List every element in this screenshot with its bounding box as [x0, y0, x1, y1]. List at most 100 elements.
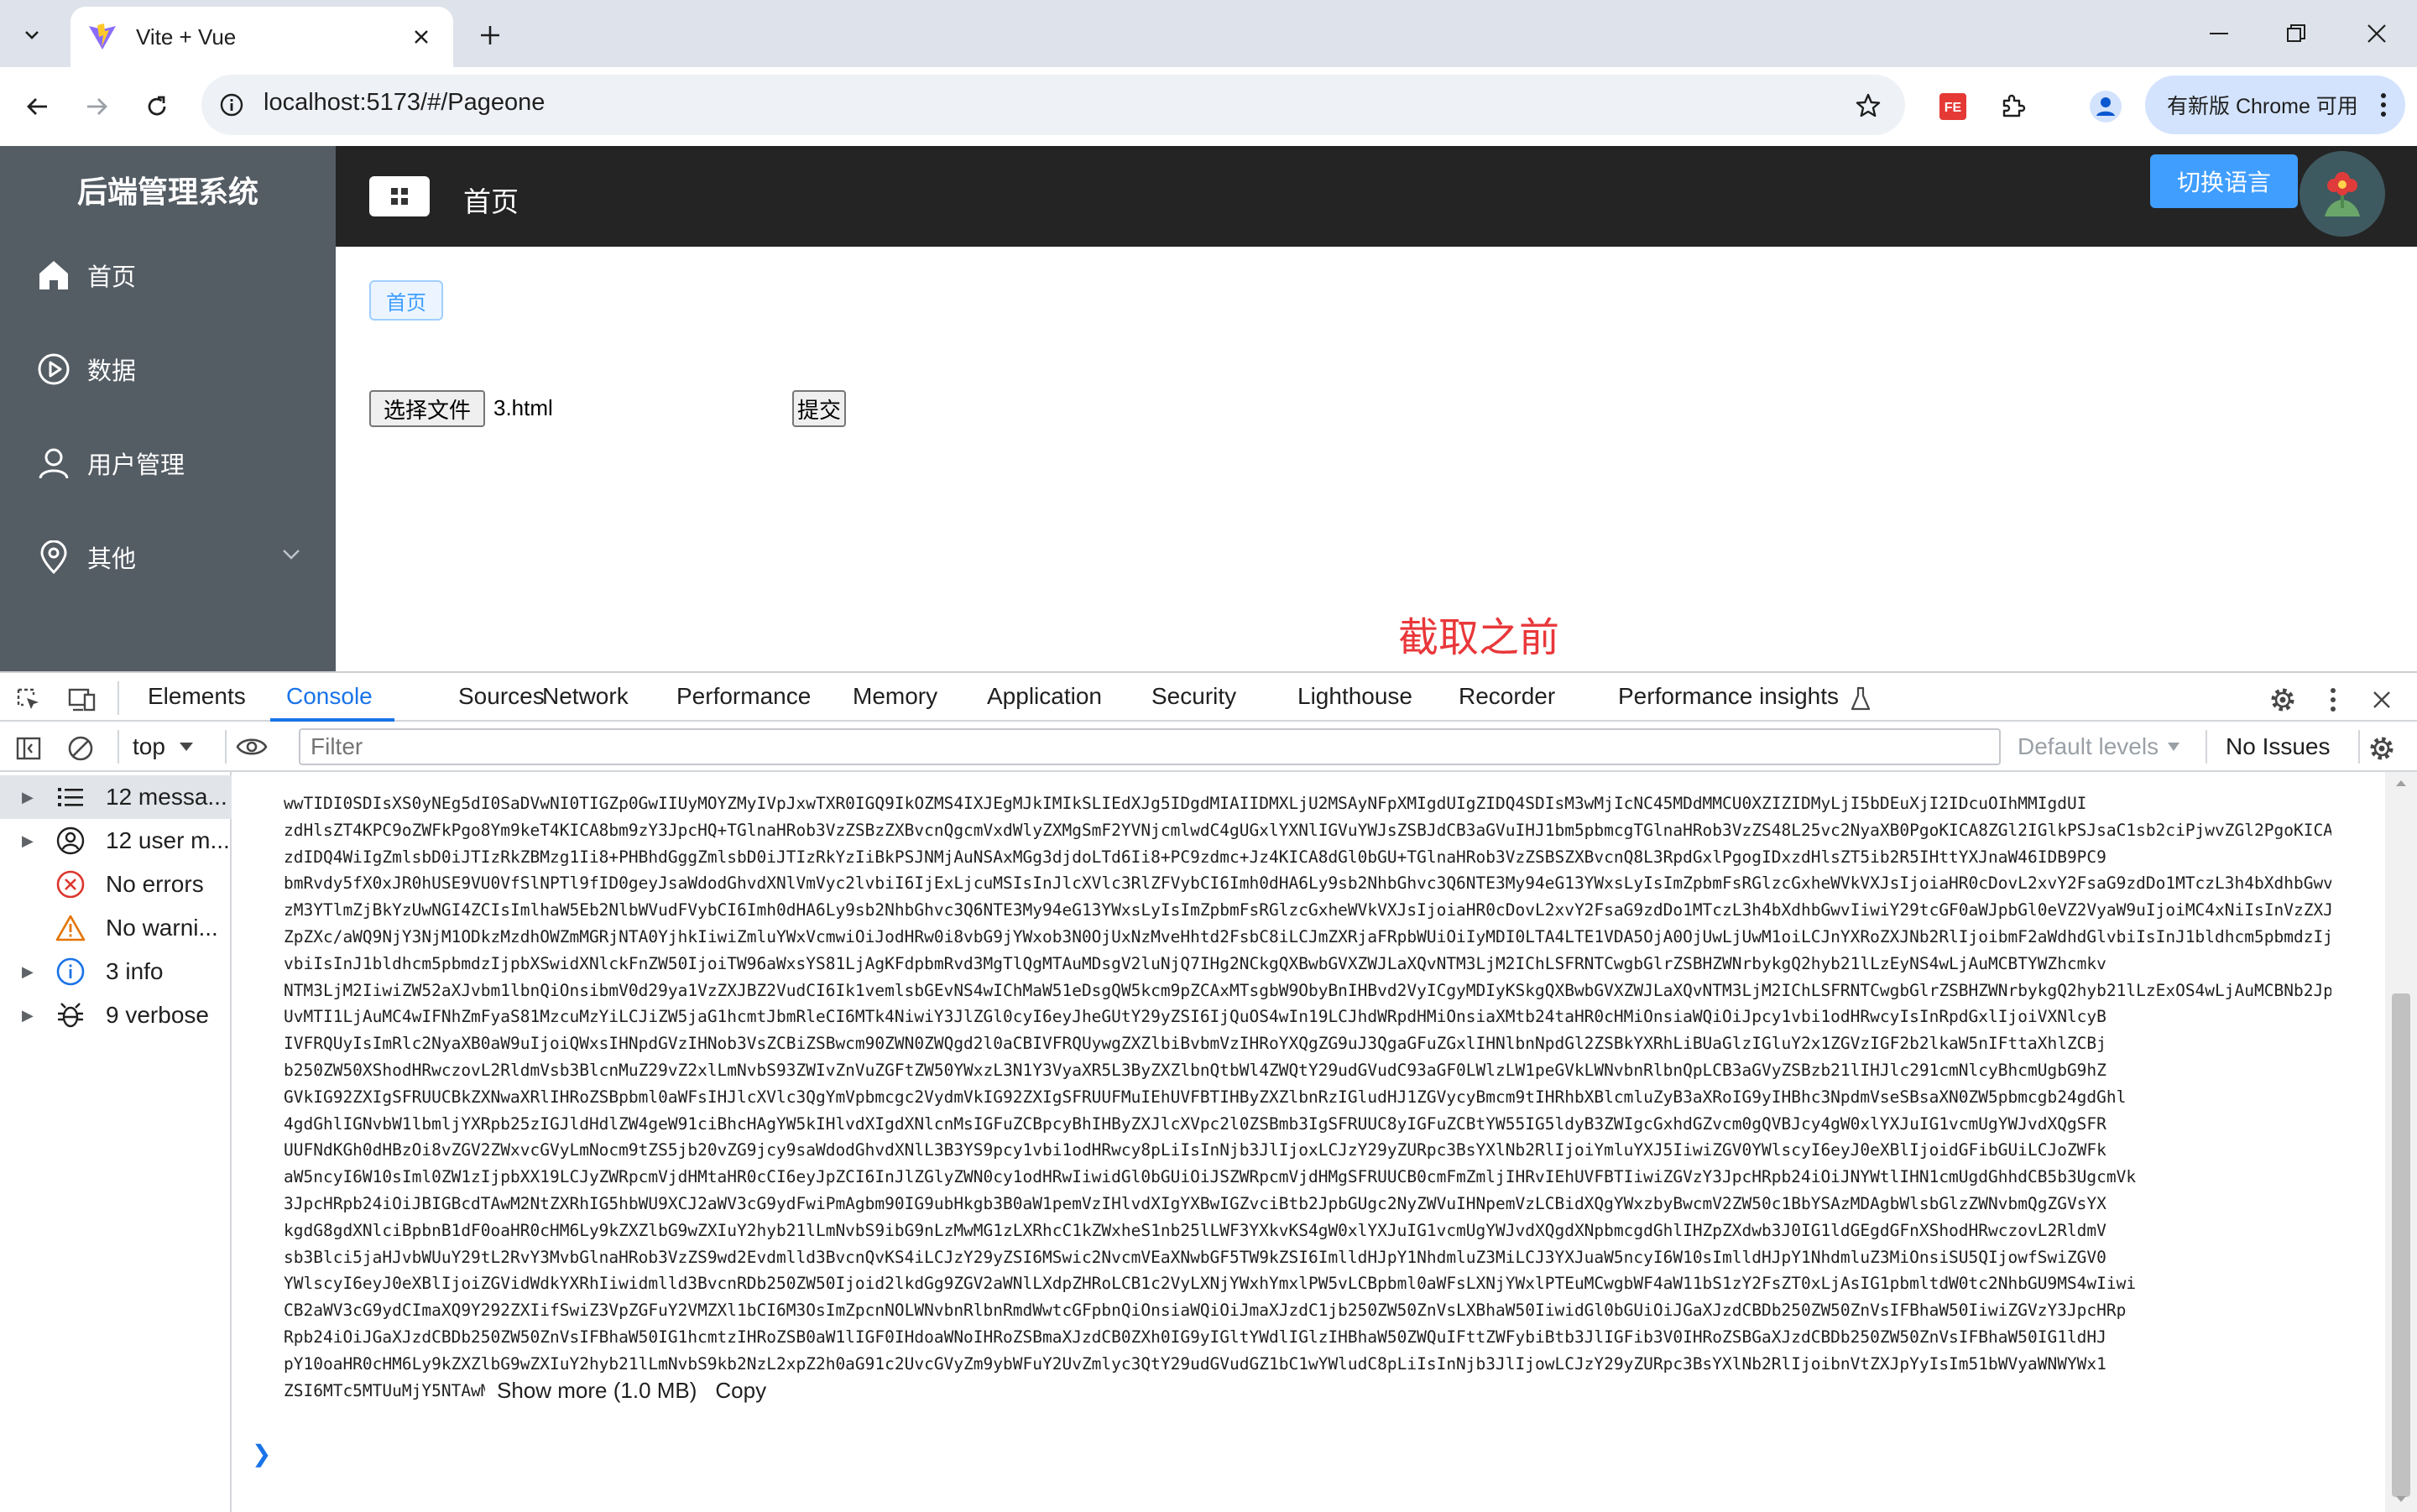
- sidebar-item-info[interactable]: ▶ 3 info: [0, 950, 232, 993]
- sidebar-item-label: No warni...: [106, 915, 218, 941]
- issues-counter[interactable]: No Issues: [2226, 733, 2331, 760]
- tab-lighthouse[interactable]: Lighthouse: [1297, 683, 1412, 710]
- console-output: wwTIDI0SDIsXS0yNEg5dI0SaDVwNI0TIGZp0GwII…: [233, 772, 2385, 1512]
- app-title: 后端管理系统: [76, 175, 258, 209]
- plus-icon: [481, 26, 499, 44]
- restore-button[interactable]: [2271, 13, 2321, 54]
- tab-application[interactable]: Application: [987, 683, 1102, 710]
- divider: [117, 730, 119, 764]
- log-line: pY10oaHR0cHM6Ly9kZXZlbG9wZXIuY2hyb21lLmN…: [284, 1353, 2106, 1374]
- error-icon: [54, 868, 87, 901]
- reload-button[interactable]: [136, 86, 178, 128]
- sidebar-item-user-messages[interactable]: ▶ 12 user m...: [0, 819, 232, 863]
- menu-item-users[interactable]: 用户管理: [0, 416, 336, 510]
- live-expression-button[interactable]: [235, 730, 269, 764]
- submit-button[interactable]: 提交: [792, 390, 846, 427]
- tab-performance-insights[interactable]: Performance insights: [1618, 683, 1839, 710]
- log-line: zdIDQ4WiIgZmlsbD0iJTIzRkZBMzg1Ii8+PHBhdG…: [284, 847, 2106, 867]
- menu-item-label: 数据: [87, 358, 137, 385]
- devtools-close-button[interactable]: [2365, 683, 2399, 717]
- site-info-button[interactable]: [210, 83, 253, 127]
- console-scrollbar[interactable]: [2385, 772, 2417, 1512]
- tab-search-button[interactable]: [10, 13, 54, 57]
- close-icon: [2373, 691, 2390, 708]
- avatar[interactable]: [2300, 151, 2385, 237]
- collapse-menu-button[interactable]: [369, 176, 430, 216]
- tab-memory[interactable]: Memory: [853, 683, 937, 710]
- grid-menu-icon: [391, 188, 408, 205]
- inspect-icon: [17, 688, 39, 709]
- sidebar-item-label: 3 info: [106, 958, 164, 984]
- tab-console[interactable]: Console: [286, 683, 373, 710]
- choose-file-button[interactable]: 选择文件: [369, 390, 485, 427]
- minimize-icon: [2210, 33, 2228, 34]
- eye-icon: [236, 738, 268, 755]
- devtools-menu-button[interactable]: [2316, 683, 2350, 717]
- inspect-element-button[interactable]: [12, 683, 45, 717]
- console-log-message[interactable]: wwTIDI0SDIsXS0yNEg5dI0SaDVwNI0TIGZp0GwII…: [284, 790, 2331, 1404]
- toggle-sidebar-button[interactable]: [12, 732, 45, 765]
- svg-text:FE: FE: [1945, 101, 1962, 115]
- console-settings-button[interactable]: [2365, 732, 2399, 765]
- switch-language-button[interactable]: 切换语言: [2150, 154, 2298, 208]
- back-button[interactable]: [17, 86, 59, 128]
- minimize-button[interactable]: [2194, 13, 2244, 54]
- sidebar-item-messages[interactable]: ▶ 12 messa...: [0, 775, 232, 819]
- menu-item-home[interactable]: 首页: [0, 228, 336, 322]
- log-line: ZSI6MTc5MTUuMjY5NTAwMDAwMDI0LCJudW1lcmlj…: [284, 1378, 2331, 1405]
- log-line-text: ZSI6MTc5MTUuMjY5NTAwMDAwMDI0LCJudW1lcmlj…: [284, 1380, 485, 1400]
- info-circle-icon: [220, 93, 243, 117]
- menu-item-other[interactable]: 其他: [0, 510, 336, 604]
- window-close-button[interactable]: [2352, 13, 2402, 54]
- context-selector[interactable]: top: [133, 733, 194, 760]
- sidebar-item-errors[interactable]: No errors: [0, 863, 232, 906]
- device-toolbar-button[interactable]: [65, 683, 99, 717]
- tab-elements[interactable]: Elements: [148, 683, 246, 710]
- extensions-button[interactable]: [1992, 86, 2034, 128]
- close-icon: [415, 30, 428, 44]
- log-levels-dropdown[interactable]: Default levels: [2018, 733, 2180, 760]
- menu-item-data[interactable]: 数据: [0, 322, 336, 416]
- console-filter-input[interactable]: [299, 728, 2001, 765]
- divider: [117, 681, 119, 715]
- sidebar-item-warnings[interactable]: No warni...: [0, 906, 232, 950]
- profile-button[interactable]: [2085, 86, 2127, 128]
- log-line: 4gdGhlIGNvbW1lbmljYXRpb25zIGJldHdlZW4geW…: [284, 1113, 2106, 1134]
- clear-console-button[interactable]: [64, 732, 97, 765]
- url-text[interactable]: localhost:5173/#/Pageone: [264, 89, 545, 117]
- tab-sources[interactable]: Sources: [458, 683, 545, 710]
- context-label: top: [133, 733, 165, 759]
- log-line: UvMTI1LjAuMC4wIFNhZmFyaS81MzcuMzYiLCJiZW…: [284, 1007, 2106, 1027]
- sidebar-item-label: 12 user m...: [106, 827, 230, 853]
- menu-item-label: 其他: [87, 546, 137, 573]
- sidebar-item-verbose[interactable]: ▶ 9 verbose: [0, 993, 232, 1037]
- chrome-update-button[interactable]: 有新版 Chrome 可用: [2145, 76, 2405, 134]
- chevron-down-icon: [283, 550, 300, 560]
- tab-close-button[interactable]: [406, 22, 436, 52]
- new-tab-button[interactable]: [468, 13, 512, 57]
- log-line: vbiIsInJ1bldhcm5pbmdzIjpbXSwidXNlckFnZW5…: [284, 953, 2106, 973]
- tab-recorder[interactable]: Recorder: [1459, 683, 1555, 710]
- back-arrow-icon: [27, 98, 47, 115]
- divider: [2358, 730, 2360, 764]
- copy-button[interactable]: Copy: [715, 1378, 766, 1403]
- show-more-button[interactable]: Show more (1.0 MB): [497, 1378, 697, 1403]
- menu-item-label: 用户管理: [87, 452, 185, 479]
- log-line: ZpZXc/aWQ9NjY3NjM1ODkzMzdhOWZmMGRjNTA0Yj…: [284, 926, 2331, 946]
- vite-logo-icon: [89, 23, 116, 50]
- profile-avatar-icon: [2090, 91, 2122, 123]
- tab-security[interactable]: Security: [1151, 683, 1236, 710]
- scrollbar-thumb[interactable]: [2392, 993, 2410, 1497]
- bookmark-button[interactable]: [1846, 84, 1890, 128]
- breadcrumb-tag[interactable]: 首页: [369, 280, 443, 321]
- log-line: UUFNdKGh0dHBzOi8vZGV2ZWxvcGVyLmNocm9tZS5…: [284, 1140, 2106, 1160]
- close-icon: [2367, 24, 2386, 43]
- browser-tab[interactable]: Vite + Vue: [70, 7, 453, 67]
- tab-performance[interactable]: Performance: [676, 683, 811, 710]
- extension-fe-button[interactable]: FE: [1932, 86, 1974, 128]
- console-prompt[interactable]: ❯: [252, 1440, 271, 1468]
- forward-button[interactable]: [76, 86, 117, 128]
- devtools-settings-button[interactable]: [2266, 683, 2300, 717]
- tab-network[interactable]: Network: [542, 683, 629, 710]
- gear-icon: [2370, 737, 2394, 760]
